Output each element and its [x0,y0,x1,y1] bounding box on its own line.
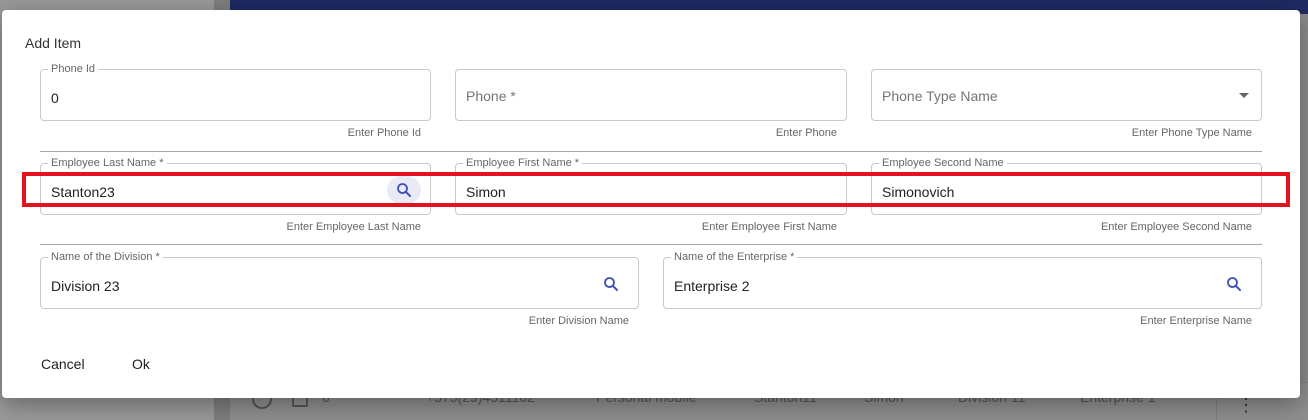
last-name-value: Stanton23 [51,184,115,200]
employee-second-name-field[interactable]: Employee Second Name Simonovich [871,157,1262,215]
section-divider [40,151,1262,152]
search-icon [604,277,618,291]
cancel-button[interactable]: Cancel [41,356,85,372]
phone-id-value: 0 [51,90,59,106]
search-icon [1227,277,1241,291]
second-name-hint: Enter Employee Second Name [1100,221,1252,233]
more-vert-icon: ⋮ [1237,395,1255,415]
second-name-label: Employee Second Name [879,157,1007,169]
section-divider [40,244,1262,245]
last-name-label: Employee Last Name * [48,157,167,169]
dialog-title: Add Item [25,35,82,51]
last-name-search-button[interactable] [387,176,421,204]
employee-last-name-field[interactable]: Employee Last Name * Stanton23 [40,157,431,215]
division-search-button[interactable] [594,270,628,298]
division-field[interactable]: Name of the Division * Division 23 [40,251,639,309]
phone-id-hint: Enter Phone Id [347,127,421,139]
phone-type-hint: Enter Phone Type Name [1131,127,1252,139]
search-icon [397,183,411,197]
enterprise-hint: Enter Enterprise Name [1140,315,1252,327]
first-name-value: Simon [466,184,506,200]
first-name-label: Employee First Name * [463,157,583,169]
last-name-hint: Enter Employee Last Name [286,221,421,233]
division-hint: Enter Division Name [528,315,629,327]
first-name-hint: Enter Employee First Name [701,221,837,233]
phone-hint: Enter Phone [775,127,837,139]
enterprise-label: Name of the Enterprise * [671,251,798,263]
phone-id-field[interactable]: Phone Id 0 [40,63,431,121]
phone-id-label: Phone Id [48,63,99,75]
division-label: Name of the Division * [48,251,163,263]
phone-type-placeholder: Phone Type Name [882,88,998,104]
enterprise-search-button[interactable] [1217,270,1251,298]
ok-button[interactable]: Ok [132,356,150,372]
second-name-value: Simonovich [882,184,955,200]
employee-first-name-field[interactable]: Employee First Name * Simon [455,157,847,215]
enterprise-value: Enterprise 2 [674,278,750,294]
phone-type-select[interactable]: Phone Type Name [871,69,1262,121]
dropdown-arrow-icon[interactable] [1239,93,1249,98]
division-value: Division 23 [51,278,120,294]
phone-placeholder: Phone * [466,88,516,104]
add-item-dialog: Add Item Phone Id 0 Enter Phone Id Phone… [2,10,1300,398]
enterprise-field[interactable]: Name of the Enterprise * Enterprise 2 [663,251,1262,309]
phone-field[interactable]: Phone * [455,69,847,121]
